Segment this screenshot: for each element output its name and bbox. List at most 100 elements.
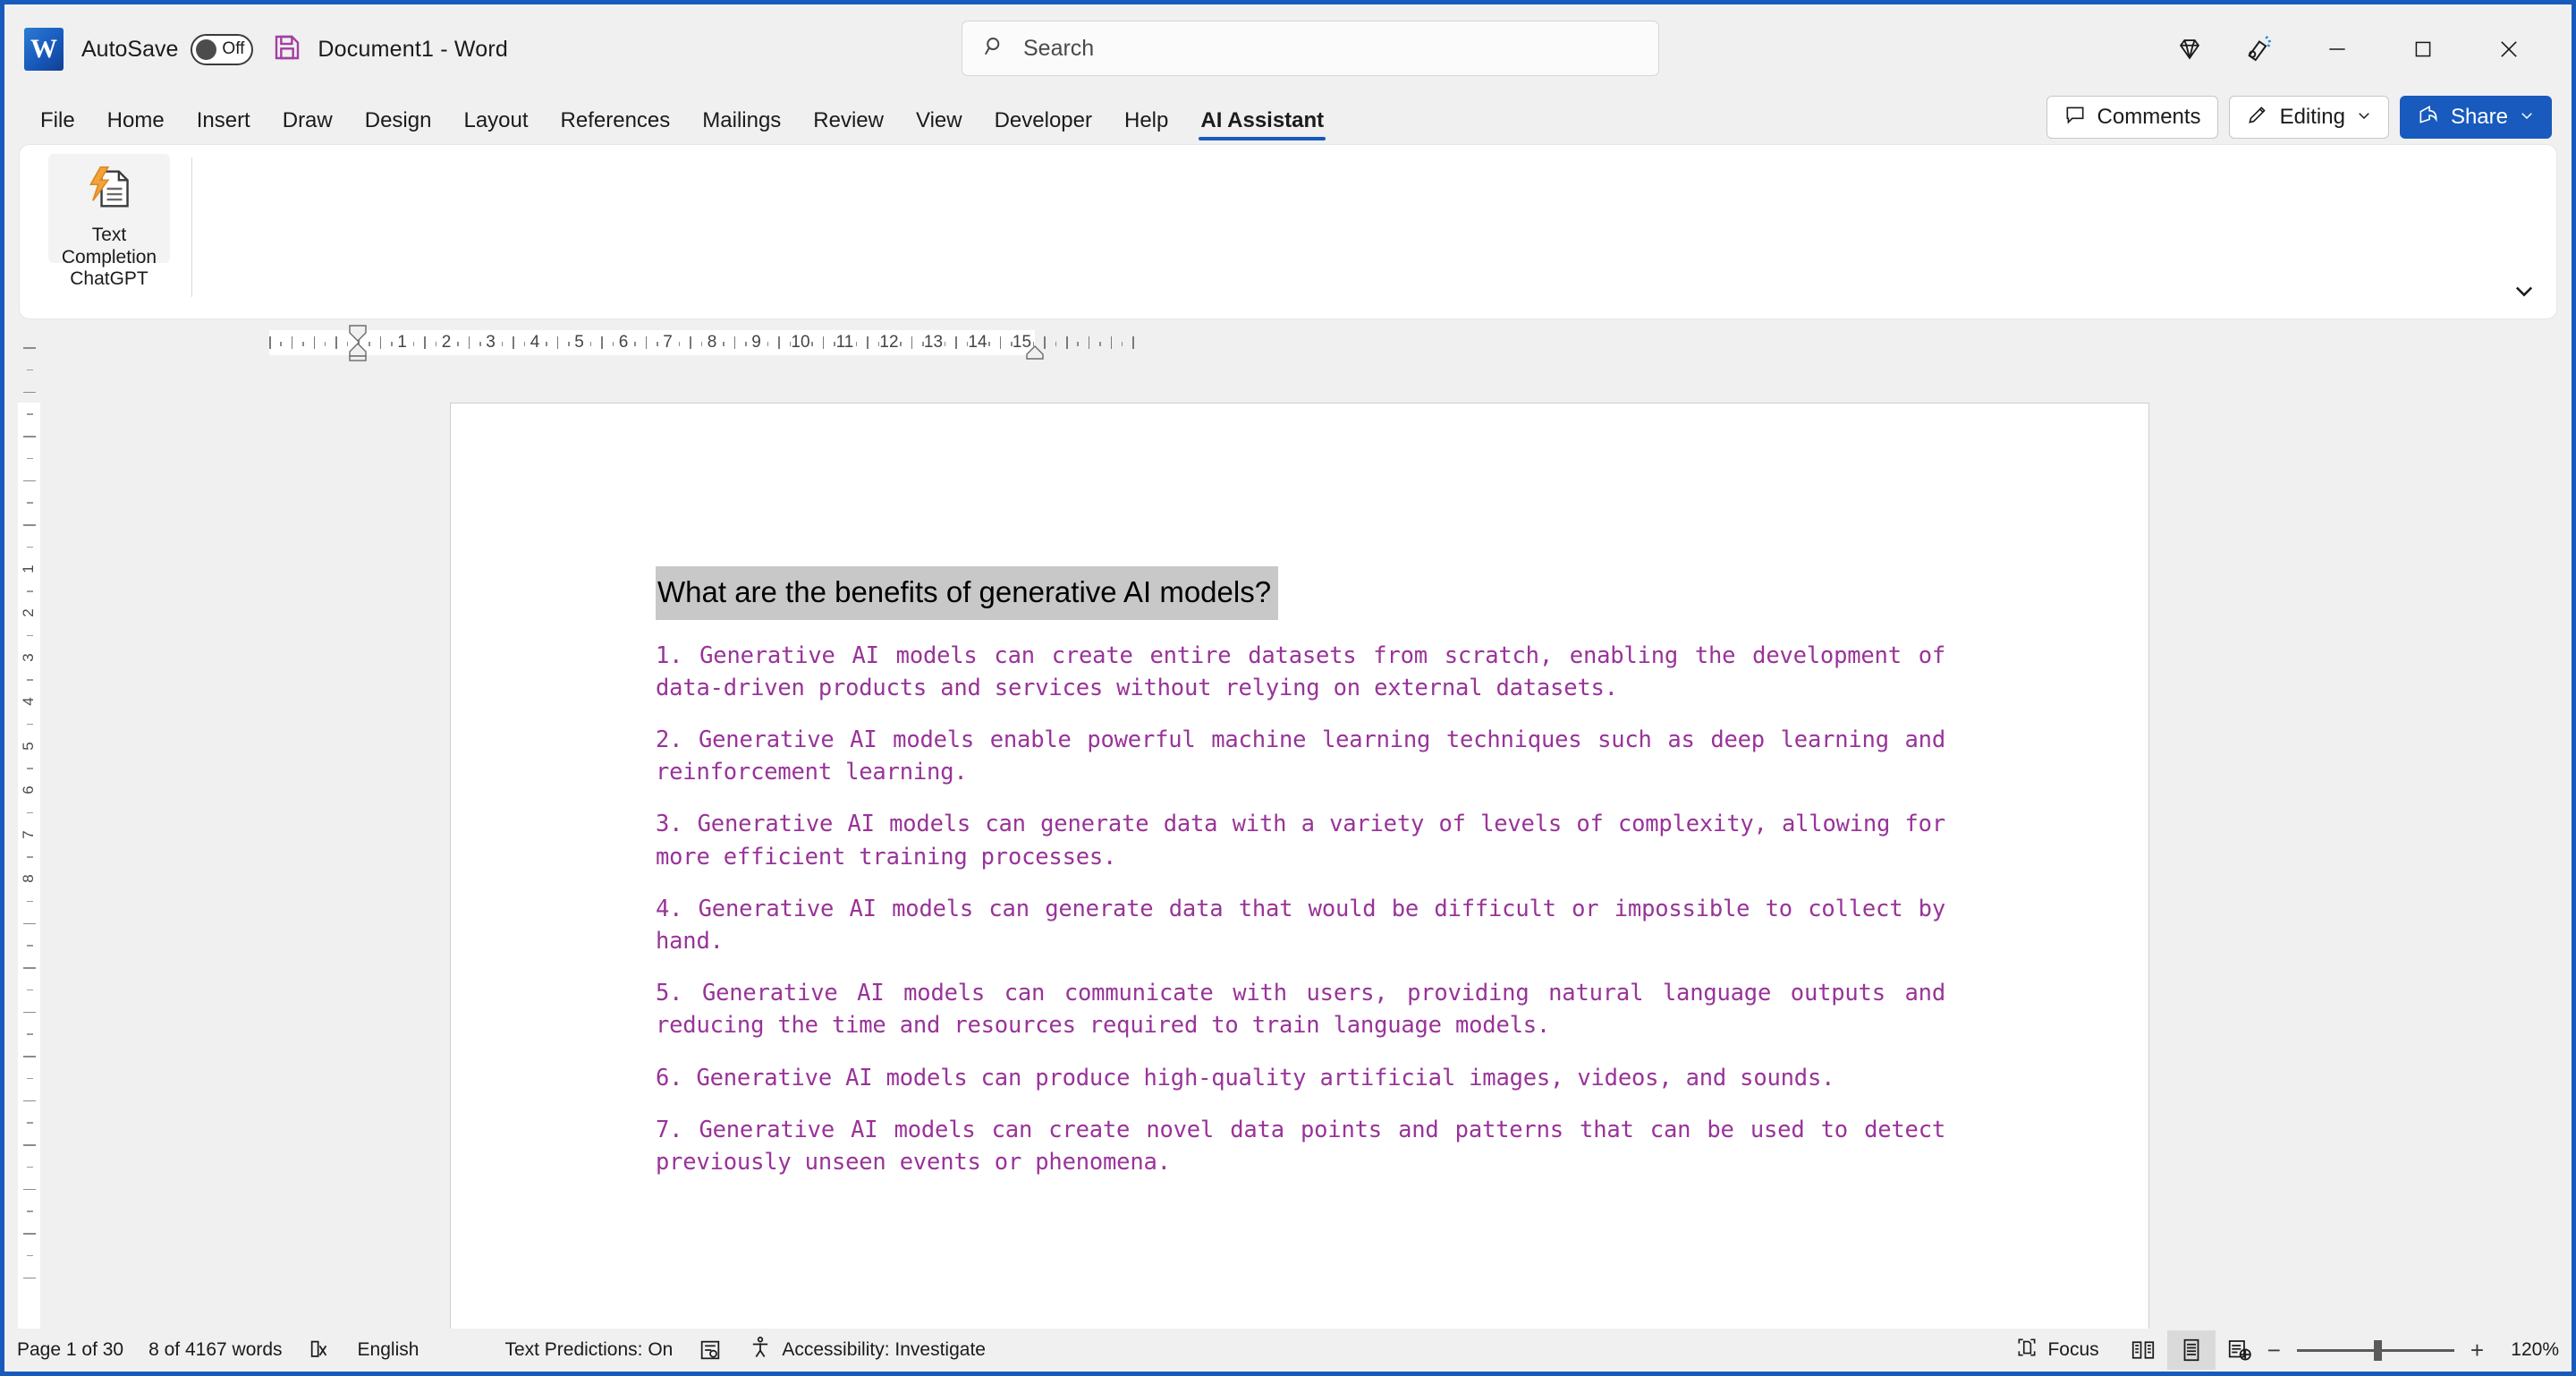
document-paragraph[interactable]: 7. Generative AI models can create novel… [656,1114,1945,1178]
document-page[interactable]: What are the benefits of generative AI m… [450,403,2149,1329]
ruler-tick [988,342,990,346]
ruler-tick [646,336,648,349]
autosave-label: AutoSave [81,37,178,63]
document-paragraph[interactable]: 6. Generative AI models can produce high… [656,1062,1945,1094]
search-input[interactable]: Search [962,21,1659,76]
tab-draw[interactable]: Draw [267,108,349,144]
autosave-toggle[interactable]: Off [191,34,253,65]
tab-references[interactable]: References [545,108,687,144]
vruler-tick [27,413,33,415]
text-predictions-label: Text Predictions: On [504,1339,673,1361]
ruler-tick [436,342,437,346]
ruler-tick [856,342,858,346]
ruler-tick [634,342,636,346]
vertical-scrollbar[interactable] [2559,362,2572,1329]
ruler-tick [1000,336,1002,349]
editing-mode-button[interactable]: Editing [2229,96,2389,139]
megaphone-icon[interactable] [2224,20,2294,79]
tab-ai-assistant[interactable]: AI Assistant [1184,108,1340,144]
ruler-number: 4 [530,333,540,352]
document-paragraph[interactable]: 2. Generative AI models enable powerful … [656,724,1945,788]
comments-button[interactable]: Comments [2046,96,2218,139]
vruler-tick [27,1078,33,1080]
vruler-tick [27,856,33,858]
text-predictions-status[interactable]: Text Predictions: On [504,1339,673,1361]
vruler-tick [23,1144,36,1146]
search-icon [982,34,1007,64]
zoom-slider[interactable] [2297,1349,2454,1352]
zoom-out-button[interactable]: − [2264,1337,2284,1364]
close-button[interactable] [2466,4,2552,94]
search-container[interactable]: Search [962,21,1659,76]
vruler-tick [23,923,36,925]
ruler-tick [391,342,393,346]
tab-layout[interactable]: Layout [447,108,544,144]
title-bar: W AutoSave Off Document1 - Word S [4,4,2572,94]
indent-marker-left[interactable] [346,324,369,361]
tab-mailings[interactable]: Mailings [686,108,797,144]
web-layout-button[interactable] [2216,1330,2264,1370]
word-application-window: W AutoSave Off Document1 - Word S [0,0,2576,1376]
ruler-tick [1122,342,1123,346]
ruler-tick [900,342,902,346]
accessibility-icon [748,1335,773,1365]
tab-file[interactable]: File [24,108,91,144]
status-bar: Page 1 of 30 8 of 4167 words English Tex… [4,1329,2572,1372]
ribbon-group-label: ChatGPT [70,268,148,290]
ruler-ticks: 123456789101112131415 [46,323,2557,362]
document-paragraph[interactable]: 1. Generative AI models can create entir… [656,640,1945,704]
share-icon [2417,103,2440,132]
status-left-group: Page 1 of 30 8 of 4167 words English Tex… [4,1335,1011,1365]
language-indicator[interactable]: English [358,1339,419,1361]
vruler-tick [27,990,33,991]
ruler-tick [955,336,957,349]
tab-insert[interactable]: Insert [181,108,267,144]
print-layout-button[interactable] [2167,1330,2216,1370]
ruler-tick [601,336,603,349]
vruler-number: 1 [20,565,38,573]
zoom-level-label: 120% [2504,1339,2559,1361]
accessibility-status[interactable]: Accessibility: Investigate [748,1335,986,1365]
ruler-number: 2 [442,333,452,352]
vruler-tick [27,901,33,903]
ruler-tick [701,342,703,346]
focus-mode-button[interactable]: Focus [2015,1336,2098,1364]
tab-help[interactable]: Help [1108,108,1184,144]
save-icon[interactable] [273,33,301,66]
read-mode-button[interactable] [2119,1330,2167,1370]
document-heading[interactable]: What are the benefits of generative AI m… [656,566,1278,620]
tab-design[interactable]: Design [349,108,448,144]
page-indicator[interactable]: Page 1 of 30 [17,1339,123,1361]
document-canvas[interactable]: What are the benefits of generative AI m… [47,362,2557,1329]
document-paragraph[interactable]: 3. Generative AI models can generate dat… [656,808,1945,872]
titlebar-right-controls [2155,4,2552,94]
maximize-button[interactable] [2380,4,2466,94]
diamond-icon[interactable] [2155,20,2224,79]
vruler-number: 5 [20,742,38,750]
ruler-tick [413,342,415,346]
tab-review[interactable]: Review [797,108,900,144]
minimize-button[interactable] [2294,4,2380,94]
zoom-in-button[interactable]: + [2467,1337,2487,1364]
horizontal-ruler[interactable]: 123456789101112131415 [46,323,2557,362]
text-completion-button[interactable]: Text Completion [48,154,170,263]
zoom-slider-thumb[interactable] [2374,1340,2382,1361]
vruler-tick [27,812,33,814]
word-count[interactable]: 8 of 4167 words [148,1339,282,1361]
tab-view[interactable]: View [900,108,979,144]
text-predictions-icon[interactable] [698,1338,723,1363]
tab-home[interactable]: Home [91,108,181,144]
spelling-check-icon[interactable] [308,1338,333,1363]
vruler-tick [27,1210,33,1212]
document-paragraph[interactable]: 5. Generative AI models can communicate … [656,977,1945,1041]
vruler-tick [23,347,36,349]
ruler-tick [1066,336,1068,349]
ruler-number: 1 [397,333,407,352]
ribbon-collapse-button[interactable] [2512,278,2537,308]
tab-developer[interactable]: Developer [979,108,1108,144]
document-paragraph[interactable]: 4. Generative AI models can generate dat… [656,893,1945,957]
share-button[interactable]: Share [2400,96,2552,139]
vertical-ruler[interactable]: 12345678 [9,323,47,1329]
ruler-tick [524,342,526,346]
ruler-tick [834,342,835,346]
